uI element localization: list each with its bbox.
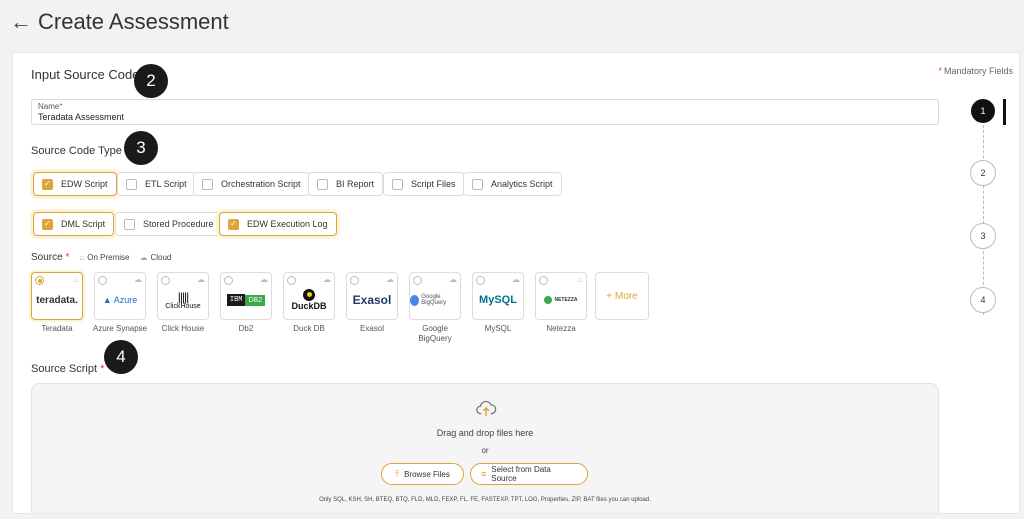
step-1[interactable]: 1 — [971, 99, 995, 123]
source-tile-netezza[interactable]: ⌂ NETEZZA — [535, 272, 587, 320]
cloud-icon: ☁ — [260, 275, 268, 284]
chip-orchestration-script[interactable]: Orchestration Script — [193, 172, 310, 196]
source-caption: Db2 — [238, 324, 254, 333]
source-script-label: Source Script * — [31, 363, 105, 375]
cloud-icon: ☁ — [386, 275, 394, 284]
list-icon: ≡ — [481, 469, 487, 479]
source-tile-db2[interactable]: ☁ IBM DB2 — [220, 272, 272, 320]
form-card: Input Source Code * Mandatory Fields Name… — [12, 52, 1020, 514]
duckdb-logo: DuckDB — [284, 287, 334, 313]
step-3[interactable]: 3 — [970, 223, 996, 249]
chip-stored-procedure[interactable]: Stored Procedure — [115, 212, 223, 236]
source-tile-mysql[interactable]: ☁ MySQL — [472, 272, 524, 320]
cloud-icon: ☁ — [323, 275, 331, 284]
clickhouse-logo: ||||| ClickHouse — [165, 289, 201, 310]
radio-icon — [287, 276, 296, 285]
file-dropzone[interactable]: Drag and drop files here or ⤒ Browse File… — [31, 383, 939, 513]
step-4[interactable]: 4 — [970, 287, 996, 313]
source-code-type-label: Source Code Type * — [31, 145, 129, 157]
step-2[interactable]: 2 — [970, 160, 996, 186]
name-label: Name* — [38, 102, 63, 111]
checkbox-icon — [392, 178, 403, 190]
legend-cloud: ☁ Cloud — [139, 253, 172, 262]
arrow-left-icon[interactable]: ← — [10, 9, 32, 35]
checkbox-icon — [317, 178, 328, 190]
radio-icon — [539, 276, 548, 285]
netezza-logo: NETEZZA — [536, 287, 586, 313]
file-types-note: Only SQL, KSH, SH, BTEQ, BTQ, FLD, MLD, … — [319, 497, 651, 503]
source-tile-click-house[interactable]: ☁ ||||| ClickHouse — [157, 272, 209, 320]
source-caption: Netezza — [546, 324, 576, 333]
bigquery-logo: Google BigQuery — [410, 287, 460, 313]
chip-edw-execution-log[interactable]: ✓ EDW Execution Log — [219, 212, 337, 236]
radio-icon — [161, 276, 170, 285]
mysql-logo: MySQL — [479, 294, 517, 306]
cloud-icon: ☁ — [449, 275, 457, 284]
source-caption: Click House — [161, 324, 205, 333]
source-tile-duck-db[interactable]: ☁ DuckDB — [283, 272, 335, 320]
teradata-logo: teradata. — [36, 294, 78, 306]
source-caption: Duck DB — [293, 324, 325, 333]
upload-icon: ⤒ — [395, 468, 400, 479]
name-field[interactable]: Name* Teradata Assessment — [31, 99, 939, 125]
name-input[interactable]: Teradata Assessment — [38, 111, 932, 123]
callout-3: 3 — [124, 131, 158, 165]
cloud-icon: ☁ — [197, 275, 205, 284]
checkbox-icon — [124, 218, 135, 230]
radio-icon — [224, 276, 233, 285]
source-tile-azure-synapse[interactable]: ☁ ▲ Azure — [94, 272, 146, 320]
checkbox-checked-icon: ✓ — [42, 218, 53, 230]
select-data-source-button[interactable]: ≡ Select from Data Source — [470, 463, 588, 485]
callout-2: 2 — [134, 64, 168, 98]
source-caption: Azure Synapse — [92, 324, 148, 333]
page-title: Create Assessment — [38, 9, 229, 34]
cloud-icon: ☁ — [512, 275, 520, 284]
radio-icon — [413, 276, 422, 285]
exasol-logo: Exasol — [352, 293, 392, 307]
source-tile-teradata[interactable]: ⌂ teradata. — [31, 272, 83, 320]
chip-script-files[interactable]: Script Files — [383, 172, 465, 196]
chip-bi-report[interactable]: BI Report — [308, 172, 384, 196]
drag-drop-text: Drag and drop files here — [436, 428, 534, 438]
callout-4: 4 — [104, 340, 138, 374]
cloud-icon: ☁ — [139, 253, 148, 262]
section-title: Input Source Code — [31, 67, 140, 82]
page-header: ← Create Assessment — [0, 0, 1024, 44]
source-caption: Google BigQuery — [418, 324, 452, 343]
more-sources-button[interactable]: + More — [595, 272, 649, 320]
building-icon: ⌂ — [74, 275, 79, 284]
source-caption: MySQL — [484, 324, 512, 333]
source-tile-exasol[interactable]: ☁ Exasol — [346, 272, 398, 320]
chip-etl-script[interactable]: ETL Script — [117, 172, 196, 196]
radio-icon — [476, 276, 485, 285]
source-tile-google-bigquery[interactable]: ☁ Google BigQuery — [409, 272, 461, 320]
cloud-upload-icon — [476, 400, 497, 417]
or-text: or — [481, 446, 489, 455]
checkbox-icon — [472, 178, 483, 190]
source-caption: Exasol — [359, 324, 384, 333]
source-caption: Teradata — [41, 324, 73, 333]
radio-icon — [350, 276, 359, 285]
chip-analytics-script[interactable]: Analytics Script — [463, 172, 562, 196]
checkbox-checked-icon: ✓ — [42, 178, 53, 190]
checkbox-icon — [126, 178, 137, 190]
building-icon: ⌂ — [79, 253, 85, 262]
db2-logo: IBM DB2 — [221, 287, 271, 313]
browse-files-button[interactable]: ⤒ Browse Files — [381, 463, 464, 485]
source-label: Source * ⌂ On Premise ☁ Cloud — [31, 252, 172, 263]
radio-icon — [98, 276, 107, 285]
radio-selected-icon — [35, 276, 44, 285]
azure-logo: ▲ Azure — [102, 295, 138, 305]
checkbox-icon — [202, 178, 213, 190]
cloud-icon: ☁ — [134, 275, 142, 284]
chip-edw-script[interactable]: ✓ EDW Script — [33, 172, 117, 196]
mandatory-note: * Mandatory Fields — [938, 66, 1013, 76]
chip-dml-script[interactable]: ✓ DML Script — [33, 212, 115, 236]
active-step-indicator — [1003, 99, 1006, 125]
building-icon: ⌂ — [578, 275, 583, 284]
legend-on-premise: ⌂ On Premise — [79, 253, 130, 262]
checkbox-checked-icon: ✓ — [228, 218, 239, 230]
